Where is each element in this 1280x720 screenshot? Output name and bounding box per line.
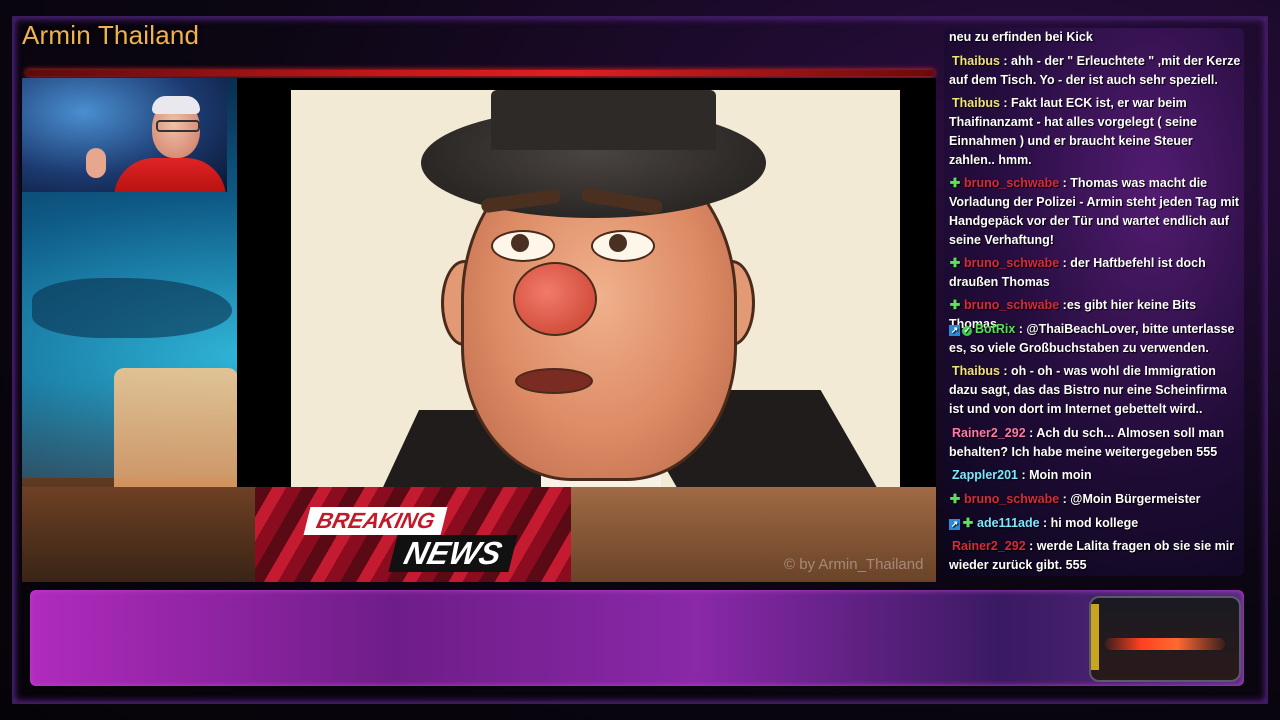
cartoon-mouth	[515, 368, 593, 394]
chat-message: Thaibus : oh - oh - was wohl die Immigra…	[949, 362, 1241, 419]
moderator-icon: ✚	[949, 176, 961, 190]
lower-left-studio-strip	[22, 487, 255, 582]
chat-separator: :	[1025, 539, 1037, 553]
chat-separator: :	[1018, 468, 1030, 482]
chat-username[interactable]: Thaibus	[952, 364, 1000, 378]
bot-icon: ↗	[949, 519, 960, 530]
verified-icon: ✓	[962, 326, 972, 336]
chat-message: ✚ bruno_schwabe : @Moin Bürgermeister	[949, 490, 1241, 509]
chat-message-text: neu zu erfinden bei Kick	[949, 30, 1093, 44]
news-label: NEWS	[388, 535, 518, 572]
chat-message: ✚ bruno_schwabe : Thomas was macht die Vo…	[949, 174, 1241, 250]
chat-username[interactable]: Thaibus	[952, 96, 1000, 110]
chat-separator: :	[1059, 256, 1071, 270]
moderator-icon: ✚	[949, 256, 961, 270]
moderator-icon: ✚	[962, 516, 974, 530]
widget-glow-line	[1105, 638, 1225, 650]
chat-message: neu zu erfinden bei Kick	[949, 28, 1241, 47]
bot-icon: ↗	[949, 325, 960, 336]
bottom-banner-bar	[30, 590, 1244, 686]
chat-separator: :	[999, 96, 1012, 110]
chat-separator: :	[1059, 176, 1071, 190]
widget-yellow-bar	[1091, 604, 1099, 670]
chat-separator: :	[1015, 322, 1027, 336]
breaking-news-banner: BREAKING NEWS	[255, 487, 571, 582]
main-video-area[interactable]: BREAKING NEWS © by Armin_Thailand	[22, 78, 936, 582]
watermark: © by Armin_Thailand	[784, 556, 924, 573]
chat-username[interactable]: bruno_schwabe	[964, 176, 1059, 190]
cartoon-pupil-right	[609, 234, 627, 252]
webcam-person-glasses	[156, 120, 200, 132]
chat-username[interactable]: ade111ade	[977, 516, 1040, 530]
chat-message: Rainer2_292 : werde Lalita fragen ob sie…	[949, 537, 1241, 575]
chat-separator: :	[1025, 426, 1037, 440]
webcam-person-hair	[152, 96, 200, 114]
webcam-person-hand	[86, 148, 106, 178]
chat-message-text: Moin moin	[1029, 468, 1092, 482]
chat-separator: :	[1059, 298, 1067, 312]
breaking-label: BREAKING	[303, 507, 448, 535]
chat-message-text: @Moin Bürgermeister	[1070, 492, 1201, 506]
chat-panel[interactable]: neu zu erfinden bei Kick Thaibus : ahh -…	[944, 28, 1244, 576]
chat-username[interactable]: Rainer2_292	[952, 539, 1026, 553]
top-red-bar	[26, 70, 934, 76]
chat-message: Thaibus : Fakt laut ECK ist, er war beim…	[949, 94, 1241, 170]
cartoon-pupil-left	[511, 234, 529, 252]
chat-username[interactable]: bruno_schwabe	[964, 298, 1059, 312]
chat-message: Rainer2_292 : Ach du sch... Almosen soll…	[949, 424, 1241, 462]
chat-message: Zappler201 : Moin moin	[949, 466, 1241, 485]
chat-separator: :	[999, 364, 1012, 378]
chat-message: ↗ ✓ BotRix : @ThaiBeachLover, bitte unterl…	[949, 320, 1241, 358]
chat-separator: :	[1039, 516, 1051, 530]
webcam-person-shirt	[114, 158, 226, 192]
moderator-icon: ✚	[949, 298, 961, 312]
chat-message: ↗ ✚ ade111ade : hi mod kollege	[949, 514, 1241, 533]
chat-username[interactable]: bruno_schwabe	[964, 492, 1059, 506]
chat-username[interactable]: Rainer2_292	[952, 426, 1026, 440]
chat-separator: :	[999, 54, 1012, 68]
bottom-corner-widget	[1089, 596, 1241, 682]
chat-username[interactable]: bruno_schwabe	[964, 256, 1059, 270]
chat-message: Thaibus : ahh - der " Erleuchtete " ,mit…	[949, 52, 1241, 90]
chat-username[interactable]: Thaibus	[952, 54, 1000, 68]
chat-username[interactable]: Zappler201	[952, 468, 1018, 482]
chat-message-text: hi mod kollege	[1050, 516, 1139, 530]
webcam-feed[interactable]	[22, 78, 227, 192]
stream-overlay: Armin Thailand BREAKING NEWS © by Armin_…	[0, 0, 1280, 720]
cartoon-image[interactable]	[291, 90, 900, 487]
chat-username[interactable]: BotRix	[975, 322, 1015, 336]
cartoon-nose	[513, 262, 597, 336]
cartoon-hat-top	[491, 90, 716, 150]
chat-separator: :	[1059, 492, 1071, 506]
chat-message: ✚ bruno_schwabe : der Haftbefehl ist doch…	[949, 254, 1241, 292]
channel-title: Armin Thailand	[22, 20, 200, 50]
moderator-icon: ✚	[949, 492, 961, 506]
